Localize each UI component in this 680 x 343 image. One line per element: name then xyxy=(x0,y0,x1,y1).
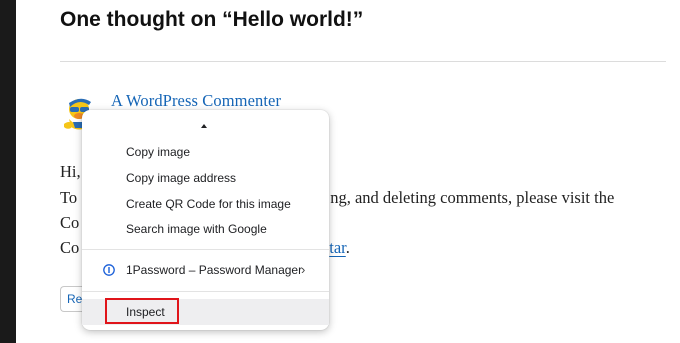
menu-item-label: Copy image address xyxy=(126,171,237,185)
comment-greeting-text: Hi, xyxy=(60,162,81,181)
menu-item-create-qr-code[interactable]: Create QR Code for this image xyxy=(82,191,329,217)
caret-up-icon xyxy=(201,124,207,128)
comment-author-link[interactable]: A WordPress Commenter xyxy=(111,91,281,111)
menu-item-label: Create QR Code for this image xyxy=(126,197,291,211)
context-menu: Copy image Copy image address Create QR … xyxy=(82,110,329,330)
comment-line2-end: ng, and deleting comments, please visit … xyxy=(330,188,615,207)
1password-icon xyxy=(103,264,115,276)
menu-item-label: 1Password – Password Manager xyxy=(126,263,303,277)
comments-title: One thought on “Hello world!” xyxy=(60,8,364,31)
menu-item-label: Copy image xyxy=(126,145,191,159)
comment-line-greeting: Hi, xyxy=(60,162,81,182)
inspect-highlight-box xyxy=(105,298,179,324)
menu-item-label: Search image with Google xyxy=(126,222,267,236)
comment-line3-start: Co xyxy=(60,213,80,232)
comment-line4-start: Co xyxy=(60,238,80,257)
left-dark-bar xyxy=(0,0,16,343)
menu-item-search-image-google[interactable]: Search image with Google xyxy=(82,216,329,242)
menu-item-copy-image[interactable]: Copy image xyxy=(82,139,329,165)
menu-item-copy-image-address[interactable]: Copy image address xyxy=(82,165,329,191)
comment-line2-start: To xyxy=(60,188,78,207)
menu-item-1password[interactable]: 1Password – Password Manager › xyxy=(82,257,329,283)
comment-line-3: Co xyxy=(60,213,79,233)
section-divider xyxy=(60,61,666,62)
menu-separator xyxy=(82,249,329,250)
menu-separator xyxy=(82,291,329,292)
chevron-right-icon: › xyxy=(301,262,306,277)
comment-line4-end: . xyxy=(345,238,350,257)
gravatar-link[interactable]: tar xyxy=(329,238,346,257)
